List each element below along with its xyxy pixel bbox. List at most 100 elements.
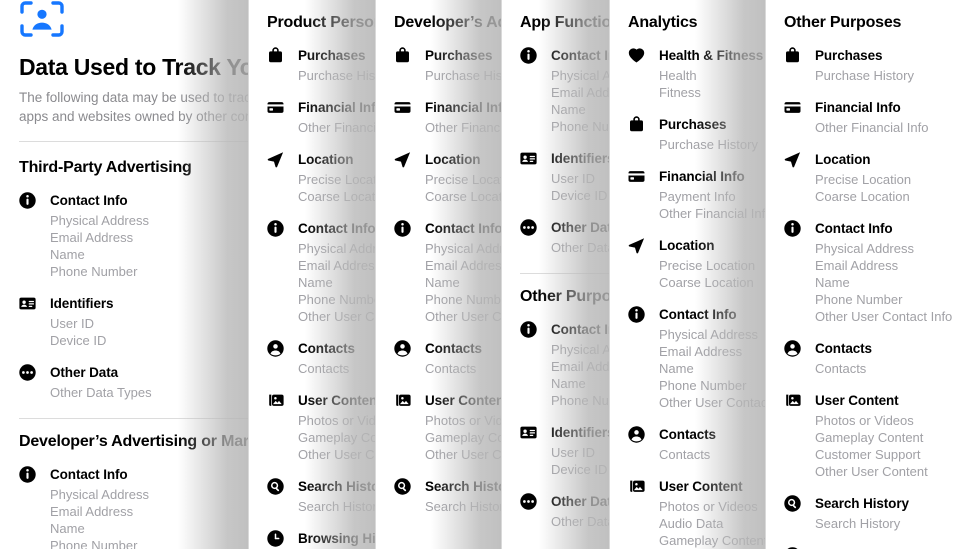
location-arrow-icon <box>784 151 801 168</box>
data-category-header: Contact Info <box>784 219 976 237</box>
data-category-label: Contact Info <box>298 220 376 236</box>
bag-icon <box>267 46 284 64</box>
panel-left-edge <box>375 0 376 549</box>
data-category-label: Purchases <box>815 47 883 63</box>
info-circle-icon <box>520 320 537 338</box>
data-category-label: User Content <box>425 392 509 408</box>
info-circle-icon <box>394 219 411 237</box>
data-category-label: Financial Info <box>815 99 901 115</box>
purpose-heading: Other Purposes <box>784 14 902 31</box>
data-category-label: Search History <box>815 495 909 511</box>
identity-card-icon <box>520 150 537 167</box>
data-category-label: Location <box>659 237 715 253</box>
data-type-list: Physical Address Email Address Name Phone N… <box>815 240 976 325</box>
data-type-list: Other Financial Info <box>815 119 976 136</box>
location-arrow-icon <box>394 151 411 168</box>
data-type-item: Coarse Location <box>815 189 910 204</box>
person-circle-icon <box>784 339 801 357</box>
data-category-label: Identifiers <box>50 295 114 311</box>
data-category-header: Contacts <box>784 339 976 357</box>
bag-icon <box>394 46 411 64</box>
data-type-item: Other User Contact Info <box>815 309 953 324</box>
data-type-list: Contacts <box>815 360 976 377</box>
magnifier-circle-icon <box>784 494 801 512</box>
data-type-item: Search History <box>815 516 901 531</box>
data-category: Contact Info Physical Address Email Addres… <box>784 219 976 325</box>
photos-icon <box>784 392 801 409</box>
data-category-header: Financial Info <box>784 98 976 116</box>
clock-icon <box>267 529 284 547</box>
data-type-item: Customer Support <box>815 447 921 462</box>
identity-card-icon <box>19 295 36 312</box>
data-category-header: User Content <box>784 391 976 409</box>
ellipsis-circle-icon <box>520 218 537 236</box>
panel-left-edge <box>609 0 610 549</box>
data-type-item: Photos or Videos <box>815 413 914 428</box>
data-type-item: Contacts <box>815 361 867 376</box>
credit-card-icon <box>267 99 284 116</box>
identity-card-icon <box>520 424 537 441</box>
panel-left-edge <box>765 0 766 549</box>
data-category-label: Contacts <box>425 340 482 356</box>
info-circle-icon <box>520 46 537 64</box>
info-circle-icon <box>267 219 284 237</box>
data-category-label: Contact Info <box>425 220 503 236</box>
data-category-label: Identifiers <box>551 150 615 166</box>
data-category-header: Purchases <box>784 46 976 64</box>
data-category-label: Location <box>425 151 481 167</box>
data-category-label: Location <box>298 151 354 167</box>
location-arrow-icon <box>267 151 284 168</box>
credit-card-icon <box>628 168 645 185</box>
data-type-item: Phone Number <box>815 292 903 307</box>
data-category-label: User Content <box>659 478 743 494</box>
data-category-header: Search History <box>784 494 976 512</box>
data-type-item: Gameplay Content <box>815 430 924 445</box>
data-category-label: Financial Info <box>298 99 384 115</box>
credit-card-icon <box>394 99 411 116</box>
data-category: Contacts Contacts <box>784 339 976 377</box>
data-category-label: Purchases <box>298 47 366 63</box>
photos-icon <box>394 392 411 409</box>
data-type-item: Name <box>815 275 850 290</box>
data-type-item: Other Financial Info <box>815 120 929 135</box>
person-circle-icon <box>394 339 411 357</box>
magnifier-circle-icon <box>394 477 411 495</box>
info-circle-icon <box>628 305 645 323</box>
data-category-label: Contact Info <box>659 306 737 322</box>
panel-left-edge <box>248 0 249 549</box>
location-arrow-icon <box>628 237 645 254</box>
credit-card-icon <box>784 99 801 116</box>
data-category-header: Location <box>784 150 976 168</box>
data-category-label: Purchases <box>425 47 493 63</box>
data-category-label: Purchases <box>659 116 727 132</box>
person-circle-icon <box>267 339 284 357</box>
data-type-list: Photos or Videos Gameplay Content Customer… <box>815 412 976 480</box>
heart-icon <box>628 47 645 64</box>
data-category: Financial Info Other Financial Info <box>784 98 976 136</box>
photos-icon <box>628 478 645 495</box>
data-category: User Content Photos or Videos Gameplay Con… <box>784 391 976 480</box>
data-type-list: Purchase History <box>815 67 976 84</box>
data-category: Search History Search History <box>784 494 976 532</box>
data-category-label: Contacts <box>298 340 355 356</box>
data-category-label: User Content <box>815 392 899 408</box>
info-circle-icon <box>19 465 36 483</box>
data-category-label: Contacts <box>659 426 716 442</box>
bag-icon <box>784 46 801 64</box>
panel-other-purposes-content: Other Purposes Purchases Purchase History F… <box>765 0 976 549</box>
photos-icon <box>267 392 284 409</box>
data-type-item: Physical Address <box>815 241 914 256</box>
ellipsis-circle-icon <box>520 492 537 510</box>
data-type-list: Precise Location Coarse Location <box>815 171 976 205</box>
data-category: Purchases Purchase History <box>784 46 976 84</box>
data-category-label: Contacts <box>815 340 872 356</box>
data-type-item: Purchase History <box>815 68 914 83</box>
data-category-label: Location <box>815 151 871 167</box>
data-category-label: Other Data <box>50 364 119 380</box>
data-type-item: Email Address <box>815 258 899 273</box>
data-category-label: Contact Info <box>815 220 893 236</box>
person-circle-icon <box>628 425 645 443</box>
data-category-label: Financial Info <box>425 99 511 115</box>
face-in-frame-privacy-icon <box>19 1 65 42</box>
data-category-label: Contact Info <box>50 466 128 482</box>
